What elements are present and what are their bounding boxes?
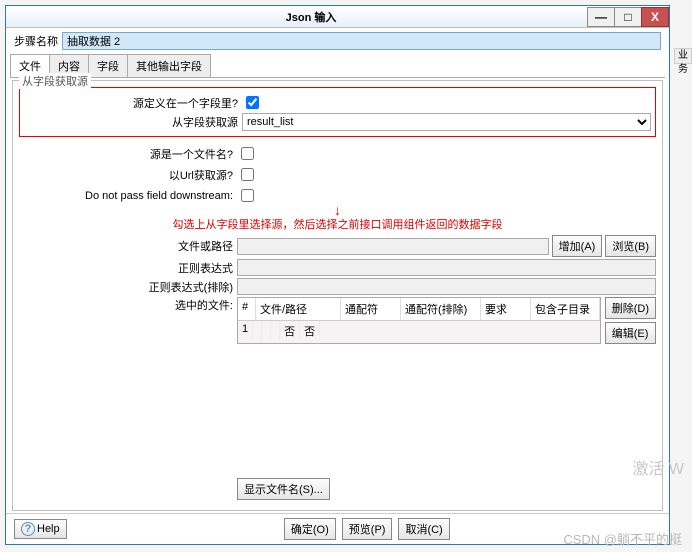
is-filename-label: 源是一个文件名? bbox=[19, 146, 237, 162]
source-in-field-checkbox[interactable] bbox=[246, 96, 259, 109]
close-button[interactable]: X bbox=[641, 7, 669, 27]
show-files-button[interactable]: 显示文件名(S)... bbox=[237, 478, 330, 500]
minimize-button[interactable]: — bbox=[587, 7, 615, 27]
table-row[interactable]: 1 否 否 bbox=[238, 321, 600, 341]
tab-other-output[interactable]: 其他输出字段 bbox=[127, 54, 211, 77]
tab-bar: 文件 内容 字段 其他输出字段 bbox=[10, 54, 665, 78]
cancel-button[interactable]: 取消(C) bbox=[398, 518, 449, 540]
highlight-box: 源定义在一个字段里? 从字段获取源 result_list bbox=[19, 87, 656, 137]
table-header: # 文件/路径 通配符 通配符(排除) 要求 包含子目录 bbox=[238, 298, 600, 321]
group-title: 从字段获取源 bbox=[19, 73, 91, 89]
cell-wildcard bbox=[262, 321, 271, 341]
regex-exclude-input bbox=[237, 278, 656, 295]
th-wildcard: 通配符 bbox=[341, 298, 401, 320]
background-tab-fragment: 业务 bbox=[674, 48, 692, 64]
no-pass-downstream-checkbox[interactable] bbox=[241, 189, 254, 202]
th-wildcard-ex: 通配符(排除) bbox=[401, 298, 481, 320]
delete-button[interactable]: 删除(D) bbox=[605, 297, 656, 319]
title-bar: Json 输入 — □ X bbox=[6, 6, 669, 28]
maximize-button[interactable]: □ bbox=[614, 7, 642, 27]
file-or-path-input bbox=[237, 238, 549, 255]
files-table[interactable]: # 文件/路径 通配符 通配符(排除) 要求 包含子目录 1 否 bbox=[237, 297, 601, 344]
regex-input bbox=[237, 259, 656, 276]
th-required: 要求 bbox=[481, 298, 531, 320]
cell-file bbox=[253, 321, 262, 341]
is-filename-checkbox[interactable] bbox=[241, 147, 254, 160]
preview-button[interactable]: 预览(P) bbox=[342, 518, 393, 540]
dialog-window: Json 输入 — □ X 步骤名称 文件 内容 字段 其他输出字段 从字段获取… bbox=[5, 5, 670, 545]
get-source-field-select[interactable]: result_list bbox=[242, 113, 651, 131]
cell-wildcard-ex bbox=[271, 321, 280, 341]
get-from-url-label: 以Url获取源? bbox=[19, 167, 237, 183]
edit-button[interactable]: 编辑(E) bbox=[605, 322, 656, 344]
source-in-field-label: 源定义在一个字段里? bbox=[24, 95, 242, 111]
window-title: Json 输入 bbox=[34, 9, 588, 25]
th-file: 文件/路径 bbox=[256, 298, 341, 320]
get-source-field-label: 从字段获取源 bbox=[24, 114, 242, 130]
help-icon: ? bbox=[21, 522, 35, 536]
selected-files-label: 选中的文件: bbox=[19, 297, 237, 313]
help-label: Help bbox=[37, 523, 60, 535]
regex-exclude-label: 正则表达式(排除) bbox=[19, 279, 237, 295]
cell-required: 否 bbox=[280, 321, 300, 341]
cell-subdir: 否 bbox=[300, 321, 320, 341]
add-button[interactable]: 增加(A) bbox=[552, 235, 603, 257]
tab-fields[interactable]: 字段 bbox=[88, 54, 128, 77]
no-pass-downstream-label: Do not pass field downstream: bbox=[19, 190, 237, 202]
file-or-path-label: 文件或路径 bbox=[19, 238, 237, 254]
step-name-row: 步骤名称 bbox=[6, 28, 669, 54]
step-name-input[interactable] bbox=[62, 32, 661, 50]
step-name-label: 步骤名称 bbox=[14, 33, 58, 49]
regex-label: 正则表达式 bbox=[19, 260, 237, 276]
cell-num: 1 bbox=[238, 321, 253, 341]
source-group: 从字段获取源 源定义在一个字段里? 从字段获取源 result_list 源是一… bbox=[12, 80, 663, 511]
th-num: # bbox=[238, 298, 256, 320]
get-from-url-checkbox[interactable] bbox=[241, 168, 254, 181]
browse-button[interactable]: 浏览(B) bbox=[605, 235, 656, 257]
help-button[interactable]: ?Help bbox=[14, 519, 67, 539]
th-subdir: 包含子目录 bbox=[531, 298, 600, 320]
dialog-footer: ?Help 确定(O) 预览(P) 取消(C) bbox=[6, 513, 669, 544]
annotation-text: 勾选上从字段里选择源，然后选择之前接口调用组件返回的数据字段 bbox=[19, 216, 656, 232]
ok-button[interactable]: 确定(O) bbox=[284, 518, 336, 540]
annotation-arrow-icon: ↓ bbox=[19, 206, 656, 214]
